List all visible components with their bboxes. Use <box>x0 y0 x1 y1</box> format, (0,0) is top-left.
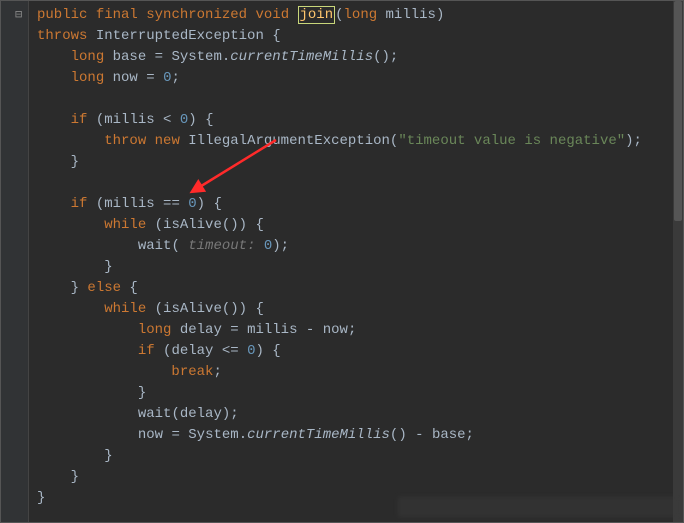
keyword-break: break <box>171 364 213 380</box>
keyword-throw: throw <box>104 133 146 149</box>
literal-zero: 0 <box>264 238 272 254</box>
method-call: currentTimeMillis <box>247 427 390 443</box>
keyword-throws: throws <box>37 28 87 44</box>
keyword-void: void <box>255 7 289 23</box>
var-base: base <box>432 427 466 443</box>
scrollbar-thumb[interactable] <box>674 1 682 221</box>
exception-type: InterruptedException <box>96 28 264 44</box>
method-wait: wait <box>138 406 172 422</box>
var-now: now <box>323 322 348 338</box>
keyword-if: if <box>71 112 88 128</box>
vertical-scrollbar[interactable] <box>673 1 683 522</box>
method-isalive: isAlive <box>163 301 222 317</box>
var-delay: delay <box>180 406 222 422</box>
literal-zero: 0 <box>180 112 188 128</box>
param-type: long <box>344 7 378 23</box>
type-long: long <box>138 322 172 338</box>
var-delay: delay <box>180 322 222 338</box>
keyword-public: public <box>37 7 87 23</box>
keyword-while: while <box>104 217 146 233</box>
var-base: base <box>113 49 147 65</box>
string-literal: "timeout value is negative" <box>398 133 625 149</box>
var-delay: delay <box>171 343 213 359</box>
var-millis: millis <box>104 196 154 212</box>
code-editor[interactable]: public final synchronized void join(long… <box>1 1 683 513</box>
keyword-if: if <box>138 343 155 359</box>
var-now: now <box>113 70 138 86</box>
param-name: millis <box>386 7 436 23</box>
type-long: long <box>71 49 105 65</box>
method-name: join <box>300 7 334 23</box>
method-wait: wait <box>138 238 172 254</box>
type-long: long <box>71 70 105 86</box>
redacted-region <box>398 497 678 517</box>
var-now: now <box>138 427 163 443</box>
keyword-else: else <box>87 280 121 296</box>
keyword-while: while <box>104 301 146 317</box>
cursor-highlight: join <box>298 6 336 24</box>
keyword-final: final <box>96 7 138 23</box>
keyword-new: new <box>155 133 180 149</box>
literal-zero: 0 <box>163 70 171 86</box>
fold-marker-icon[interactable]: ⊟ <box>15 6 22 24</box>
literal-zero: 0 <box>247 343 255 359</box>
class-system: System <box>171 49 221 65</box>
method-isalive: isAlive <box>163 217 222 233</box>
parameter-hint: timeout: <box>188 238 255 254</box>
class-system: System <box>188 427 238 443</box>
editor-gutter <box>1 1 29 522</box>
keyword-if: if <box>71 196 88 212</box>
var-millis: millis <box>104 112 154 128</box>
literal-zero: 0 <box>188 196 196 212</box>
method-call: currentTimeMillis <box>230 49 373 65</box>
exception-type: IllegalArgumentException <box>188 133 390 149</box>
var-millis: millis <box>247 322 297 338</box>
keyword-synchronized: synchronized <box>146 7 247 23</box>
